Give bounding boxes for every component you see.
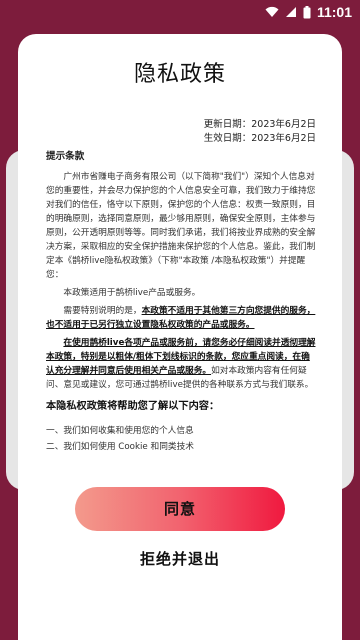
paragraph-3-lead: 需要特别说明的是，	[63, 306, 142, 316]
updated-date: 更新日期：2023年6月2日	[203, 119, 316, 130]
signal-icon	[285, 7, 296, 17]
policy-dates: 更新日期：2023年6月2日 生效日期：2023年6月2日	[46, 118, 316, 146]
policy-content[interactable]: 更新日期：2023年6月2日 生效日期：2023年6月2日 提示条款 广州市省赚…	[46, 118, 316, 482]
section-title: 提示条款	[46, 151, 85, 162]
status-bar: 11:01	[0, 0, 360, 24]
refuse-and-exit-button[interactable]: 拒绝并退出	[18, 548, 342, 569]
list-item: 二、我们如何使用 Cookie 和同类技术	[46, 442, 194, 452]
effective-date: 生效日期：2023年6月2日	[203, 133, 316, 144]
wifi-icon	[265, 6, 279, 17]
help-title: 本隐私权政策将帮助您了解以下内容：	[46, 401, 220, 412]
status-icons: 11:01	[265, 4, 352, 20]
privacy-dialog: 隐私政策 更新日期：2023年6月2日 生效日期：2023年6月2日 提示条款 …	[18, 34, 342, 640]
policy-paragraph-4: 在使用鹊桥live各项产品或服务前，请您务必仔细阅读并透彻理解本政策，特别是以粗…	[46, 336, 316, 392]
policy-paragraph-1: 广州市省赚电子商务有限公司（以下简称"我们"）深知个人信息对您的重要性，并会尽力…	[46, 172, 316, 280]
agree-button[interactable]: 同意	[75, 487, 285, 531]
policy-paragraph-3: 需要特别说明的是，本政策不适用于其他第三方向您提供的服务，也不适用于已另行独立设…	[46, 304, 316, 332]
dialog-title: 隐私政策	[133, 62, 226, 87]
list-item: 一、我们如何收集和使用您的个人信息	[46, 426, 194, 436]
policy-paragraph-2: 本政策适用于鹊桥live产品或服务。	[63, 288, 201, 298]
battery-icon	[303, 5, 311, 18]
status-time: 11:01	[316, 4, 352, 20]
